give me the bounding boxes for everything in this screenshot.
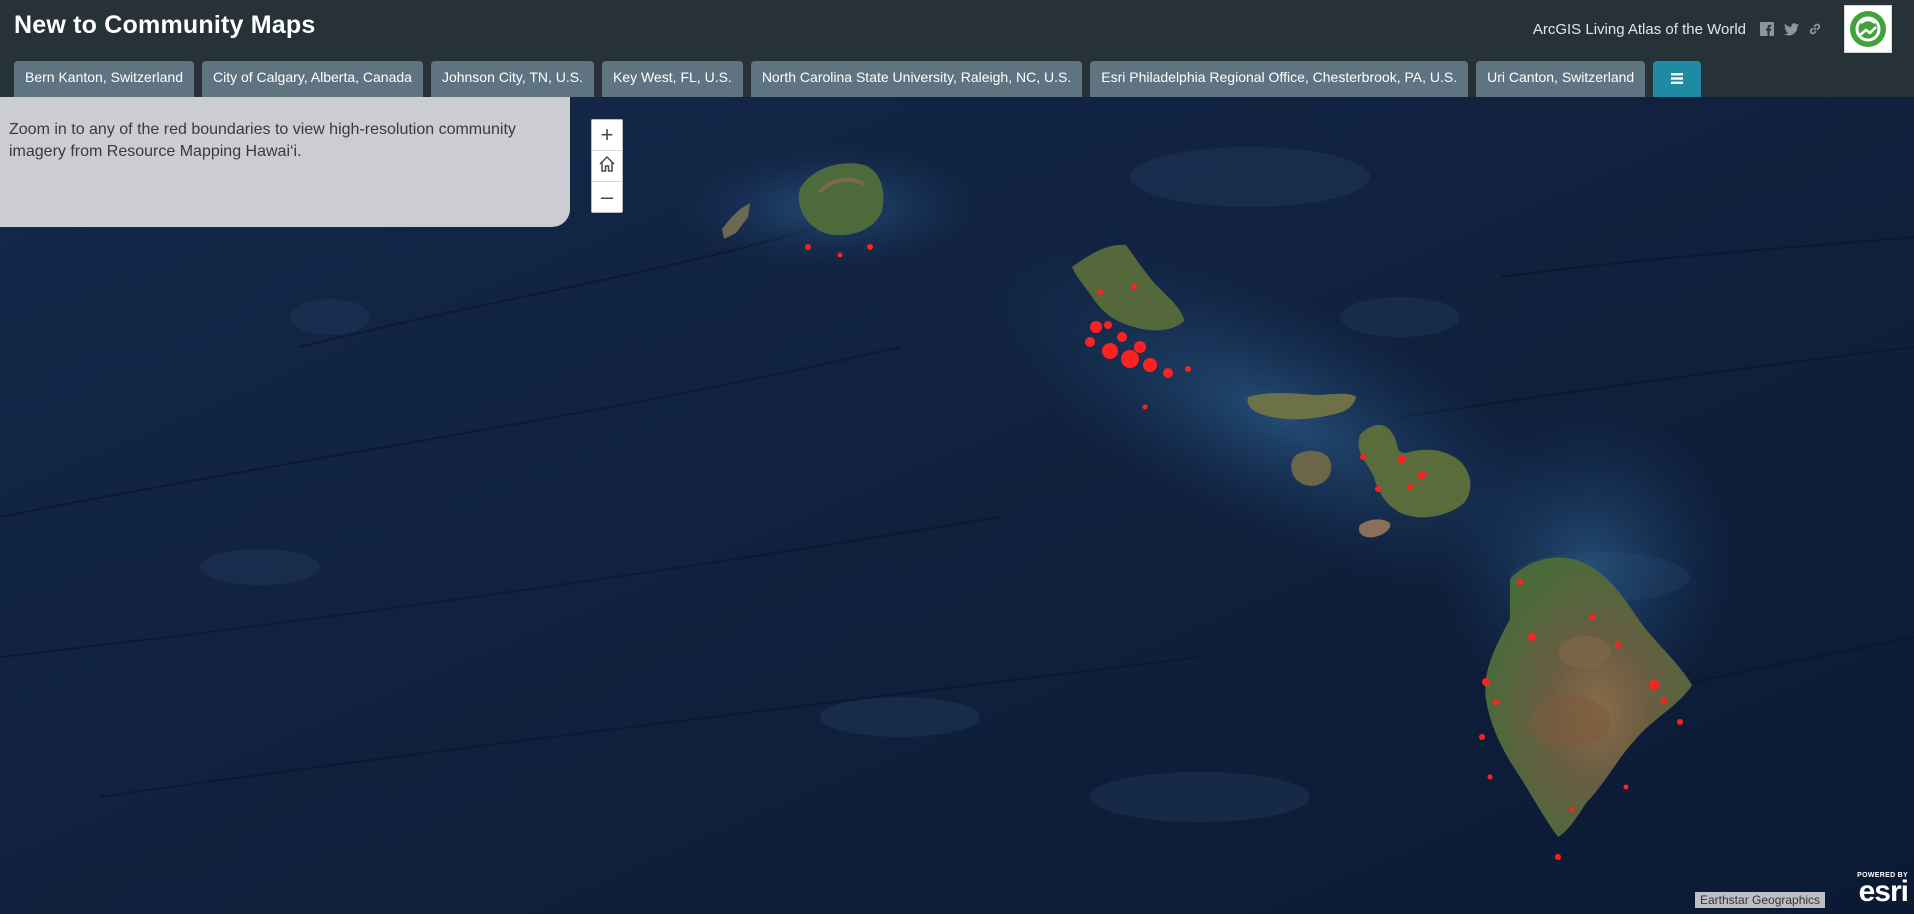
app-title: New to Community Maps — [14, 11, 316, 39]
map-attribution[interactable]: Earthstar Geographics — [1695, 892, 1826, 908]
tab-uri-canton[interactable]: Uri Canton, Switzerland — [1476, 61, 1646, 97]
story-tabs: Bern Kanton, Switzerland City of Calgary… — [14, 61, 1702, 97]
tab-johnson-city[interactable]: Johnson City, TN, U.S. — [430, 61, 595, 97]
home-button[interactable] — [592, 151, 622, 182]
tab-bern-kanton[interactable]: Bern Kanton, Switzerland — [14, 61, 194, 97]
living-atlas-link[interactable]: ArcGIS Living Atlas of the World — [1533, 21, 1746, 38]
zoom-out-button[interactable]: – — [592, 182, 622, 212]
app-root: New to Community Maps ArcGIS Living Atla… — [0, 0, 1914, 914]
app-header: New to Community Maps ArcGIS Living Atla… — [0, 0, 1914, 97]
info-panel-text: Zoom in to any of the red boundaries to … — [9, 121, 516, 160]
esri-logo[interactable]: POWERED BY esri — [1846, 872, 1909, 910]
home-icon — [598, 153, 616, 179]
map-view[interactable]: Zoom in to any of the red boundaries to … — [0, 97, 1914, 914]
tab-esri-philadelphia[interactable]: Esri Philadelphia Regional Office, Chest… — [1090, 61, 1469, 97]
info-panel: Zoom in to any of the red boundaries to … — [0, 97, 570, 227]
menu-button[interactable] — [1653, 61, 1702, 97]
map-controls: + – — [591, 119, 623, 213]
twitter-icon[interactable] — [1782, 20, 1800, 38]
link-icon[interactable] — [1806, 20, 1824, 38]
esri-wordmark: esri — [1858, 875, 1909, 908]
facebook-icon[interactable] — [1758, 20, 1776, 38]
tab-city-of-calgary[interactable]: City of Calgary, Alberta, Canada — [201, 61, 423, 97]
tab-nc-state-university[interactable]: North Carolina State University, Raleigh… — [750, 61, 1083, 97]
zoom-in-button[interactable]: + — [592, 120, 622, 151]
menu-icon — [1671, 63, 1684, 95]
header-links: ArcGIS Living Atlas of the World — [1533, 4, 1892, 54]
living-atlas-logo[interactable] — [1844, 5, 1892, 53]
tab-key-west[interactable]: Key West, FL, U.S. — [602, 61, 743, 97]
